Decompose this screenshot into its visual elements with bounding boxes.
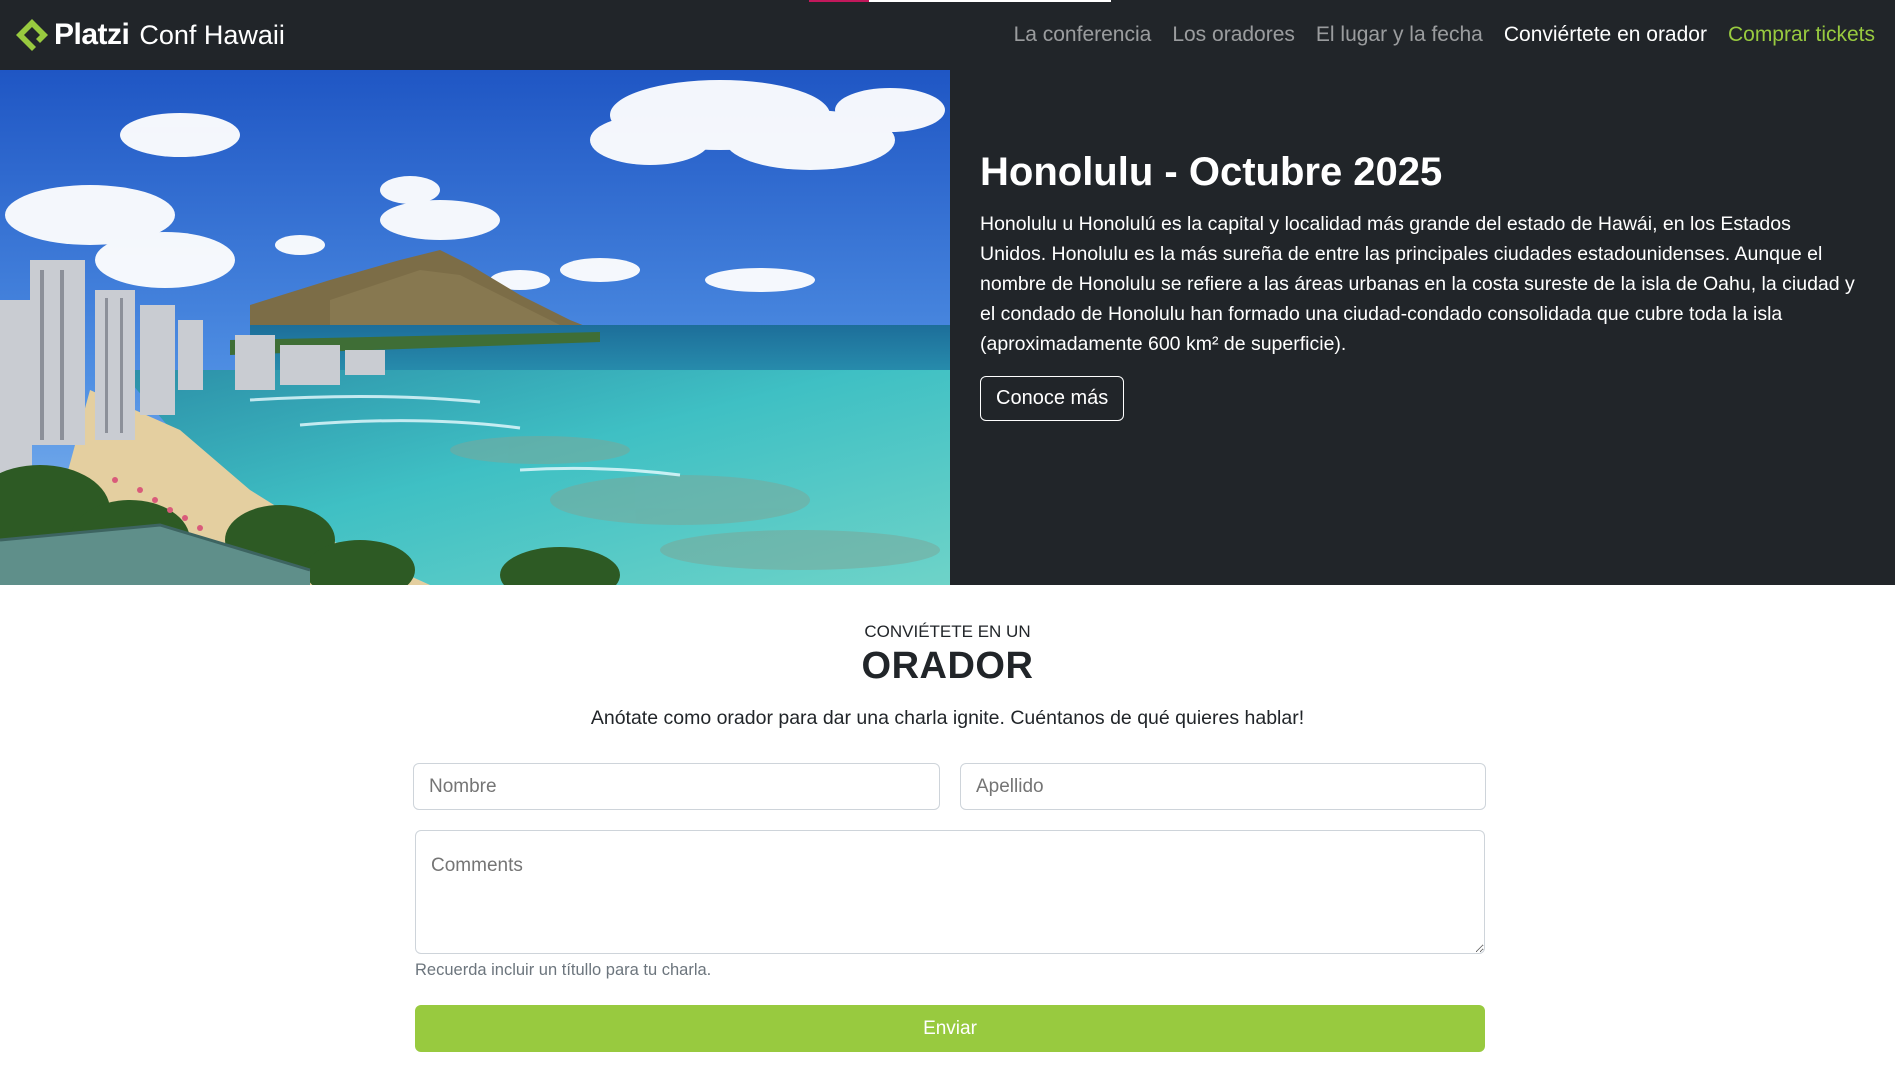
first-name-input[interactable] [413,763,940,810]
hero-text-block: Honolulu - Octubre 2025 Honolulu u Honol… [980,150,1860,421]
speaker-section: CONVIÉTETE EN UN ORADOR Anótate como ora… [0,585,1895,1080]
section-title: ORADOR [861,645,1034,687]
conoce-mas-button[interactable]: Conoce más [980,376,1125,421]
section-kicker: CONVIÉTETE EN UN [864,622,1031,641]
section-subtitle: Anótate como orador para dar una charla … [590,707,1305,729]
honolulu-beach-image [0,70,950,585]
nav-link-el-lugar-y-la-fecha[interactable]: El lugar y la fecha [1316,23,1483,47]
hero-section: Honolulu - Octubre 2025 Honolulu u Honol… [0,70,1895,585]
enviar-button[interactable]: Enviar [415,1005,1485,1052]
nav-link-los-oradores[interactable]: Los oradores [1172,23,1295,47]
platzi-logo-icon [16,19,48,51]
hero-title: Honolulu - Octubre 2025 [980,150,1443,194]
comments-textarea[interactable] [415,830,1485,954]
nav-link-conviertete-en-orador[interactable]: Conviértete en orador [1504,23,1707,47]
brand-name: Platzi [54,18,130,51]
comments-help-text: Recuerda incluir un títullo para tu char… [415,961,712,979]
last-name-input[interactable] [960,763,1486,810]
brand-link[interactable]: Platzi Conf Hawaii [14,14,285,56]
nav-link-la-conferencia[interactable]: La conferencia [1014,23,1152,47]
navbar: Platzi Conf Hawaii La conferencia Los or… [0,0,1895,70]
brand-subtitle: Conf Hawaii [139,19,285,50]
hero-description: Honolulu u Honolulú es la capital y loca… [980,213,1855,355]
nav-links: La conferencia Los oradores El lugar y l… [993,0,1875,70]
nav-link-comprar-tickets[interactable]: Comprar tickets [1728,23,1875,47]
top-accent-strip-pink [809,0,869,2]
